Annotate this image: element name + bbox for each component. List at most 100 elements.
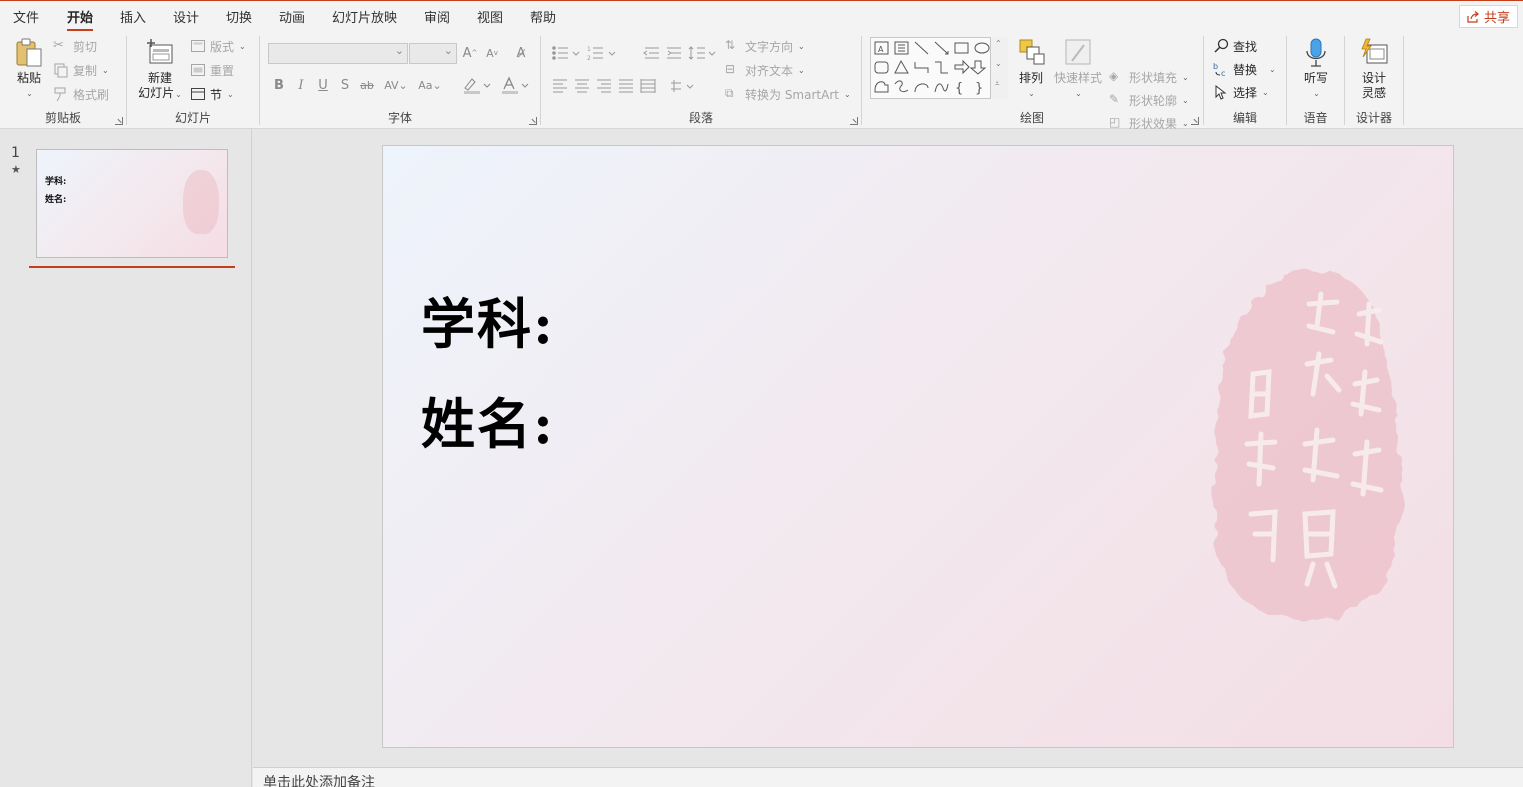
ribbon: 粘贴 ⌄ ✂ 剪切 复制 ⌄ 格式刷 剪贴板 新建 幻灯片⌄ 版式 ⌄ 重置 节… [0, 31, 1523, 131]
copy-label: 复制 [73, 63, 98, 78]
share-label: 共享 [1483, 11, 1510, 26]
character-spacing-icon[interactable]: AV⌄ [381, 75, 411, 95]
convert-smartart-label: 转换为 SmartArt [745, 87, 839, 102]
slides-group-label: 幻灯片 [174, 111, 211, 125]
scroll-down-icon[interactable]: ⌄ [995, 59, 1002, 68]
pen-icon: ✎ [1109, 92, 1120, 106]
chevron-down-icon: ⌄ [1182, 72, 1189, 82]
italic-icon[interactable]: I [291, 75, 311, 95]
arrange-label: 排列 [1018, 71, 1043, 85]
tab-slideshow[interactable]: 幻灯片放映 [332, 7, 397, 26]
tab-insert[interactable]: 插入 [120, 7, 146, 26]
paste-icon [16, 38, 42, 67]
group-divider [1403, 36, 1404, 125]
underline-icon[interactable]: U [313, 75, 333, 95]
shape-outline-button[interactable]: ✎ 形状轮廓 ⌄ [1109, 90, 1189, 110]
text-direction-button[interactable]: ⇅ 文字方向 ⌄ [725, 36, 805, 56]
chevron-down-icon: ⌄ [1075, 89, 1082, 98]
tab-review[interactable]: 审阅 [424, 7, 450, 26]
new-slide-button[interactable]: 新建 幻灯片⌄ [135, 37, 185, 102]
seal-watermark-icon [183, 170, 219, 234]
new-slide-icon [147, 39, 173, 64]
replace-label: 替换 [1233, 62, 1258, 77]
font-color-icon[interactable] [498, 75, 532, 95]
quick-styles-button[interactable]: 快速样式 ⌄ [1052, 37, 1104, 101]
shapes-gallery-scroll[interactable]: ⌃ ⌄ ⩡ [990, 37, 1008, 99]
dialog-launcher-icon[interactable] [850, 117, 858, 125]
svg-text:b: b [1213, 62, 1218, 71]
section-button[interactable]: 节 ⌄ [190, 84, 234, 104]
svg-text:1: 1 [587, 46, 591, 53]
bold-icon[interactable]: B [269, 75, 289, 95]
shapes-gallery-icons: A { } [874, 41, 990, 96]
quick-styles-icon [1065, 39, 1091, 65]
shape-fill-label: 形状填充 [1129, 70, 1178, 85]
cut-button[interactable]: ✂ 剪切 [53, 36, 97, 56]
new-slide-label-2: 幻灯片⌄ [138, 86, 182, 100]
format-painter-button[interactable]: 格式刷 [53, 84, 109, 104]
shape-outline-label: 形状轮廓 [1129, 93, 1178, 108]
highlight-color-icon[interactable] [460, 75, 494, 95]
arrange-button[interactable]: 排列 ⌄ [1012, 37, 1050, 101]
slide-subject-text[interactable]: 学科: [421, 280, 555, 359]
shape-fill-button[interactable]: ◈ 形状填充 ⌄ [1109, 67, 1189, 87]
dialog-launcher-icon[interactable] [1191, 117, 1199, 125]
designer-group-label: 设计器 [1355, 111, 1392, 125]
notes-placeholder[interactable]: 单击此处添加备注 [263, 772, 375, 787]
tab-design[interactable]: 设计 [173, 7, 199, 26]
reset-label: 重置 [210, 63, 235, 78]
paragraph-group: 12 ⇅ 文字方向 ⌄ ⊟ 对齐文本 ⌄ ⧉ 转换为 SmartArt ⌄ 段落 [541, 31, 861, 129]
thumbnail-line-subject: 学科: [45, 177, 67, 187]
slide-canvas[interactable]: 学科: 姓名: [382, 145, 1454, 748]
tab-home[interactable]: 开始 [67, 7, 94, 32]
slide-thumbnail-1[interactable]: 学科: 姓名: [36, 149, 228, 258]
shapes-gallery[interactable]: A { } [870, 37, 1008, 99]
arrange-icon [1019, 39, 1045, 65]
notes-pane[interactable]: 单击此处添加备注 [253, 767, 1523, 787]
paragraph-group-label: 段落 [688, 111, 713, 125]
clear-formatting-icon[interactable]: A̷ [511, 43, 531, 63]
font-name-combo[interactable] [268, 43, 408, 64]
reset-button[interactable]: 重置 [190, 60, 234, 80]
scroll-up-icon[interactable]: ⌃ [995, 39, 1002, 48]
seal-watermark-icon [1214, 270, 1401, 621]
tab-transitions[interactable]: 切换 [226, 7, 252, 26]
tab-file[interactable]: 文件 [13, 7, 39, 26]
gallery-more-icon[interactable]: ⩡ [995, 79, 1000, 89]
tab-help[interactable]: 帮助 [530, 7, 556, 26]
layout-icon [191, 40, 205, 52]
svg-text:}: } [975, 81, 983, 96]
text-shadow-icon[interactable]: S [335, 75, 355, 95]
align-text-button[interactable]: ⊟ 对齐文本 ⌄ [725, 60, 805, 80]
design-ideas-button[interactable]: 设计 灵感 [1356, 37, 1392, 101]
chevron-down-icon: ⌄ [1262, 87, 1269, 97]
font-size-combo[interactable] [409, 43, 457, 64]
menu-bar: 文件 开始 插入 设计 切换 动画 幻灯片放映 审阅 视图 帮助 共享 [0, 0, 1523, 32]
strikethrough-icon[interactable]: ab [357, 75, 377, 95]
dialog-launcher-icon[interactable] [115, 117, 123, 125]
alignment-icons [553, 79, 694, 93]
layout-button[interactable]: 版式 ⌄ [190, 36, 246, 56]
tab-animations[interactable]: 动画 [279, 7, 305, 26]
find-button[interactable]: 查找 [1213, 36, 1257, 56]
format-painter-label: 格式刷 [73, 87, 110, 102]
decrease-font-icon[interactable]: Av [482, 43, 502, 63]
paste-button[interactable]: 粘贴 ⌄ [12, 37, 46, 101]
replace-button[interactable]: b c 替换 ⌄ [1213, 59, 1276, 79]
find-label: 查找 [1233, 39, 1258, 54]
tab-view[interactable]: 视图 [477, 7, 503, 26]
copy-button[interactable]: 复制 ⌄ [53, 60, 109, 80]
change-case-icon[interactable]: Aa⌄ [415, 75, 445, 95]
reset-icon [191, 64, 205, 76]
chevron-down-icon: ⌄ [1182, 95, 1189, 105]
svg-text:c: c [1221, 69, 1225, 77]
chevron-down-icon: ⌄ [1028, 89, 1035, 98]
chevron-down-icon: ⌄ [843, 89, 851, 99]
dictate-button[interactable]: 听写 ⌄ [1299, 37, 1333, 101]
convert-smartart-button[interactable]: ⧉ 转换为 SmartArt ⌄ [725, 84, 851, 104]
share-button[interactable]: 共享 [1458, 5, 1518, 28]
dialog-launcher-icon[interactable] [529, 117, 537, 125]
slide-name-text[interactable]: 姓名: [421, 380, 555, 459]
select-button[interactable]: 选择 ⌄ [1213, 82, 1269, 102]
increase-font-icon[interactable]: A ^ [460, 43, 480, 63]
